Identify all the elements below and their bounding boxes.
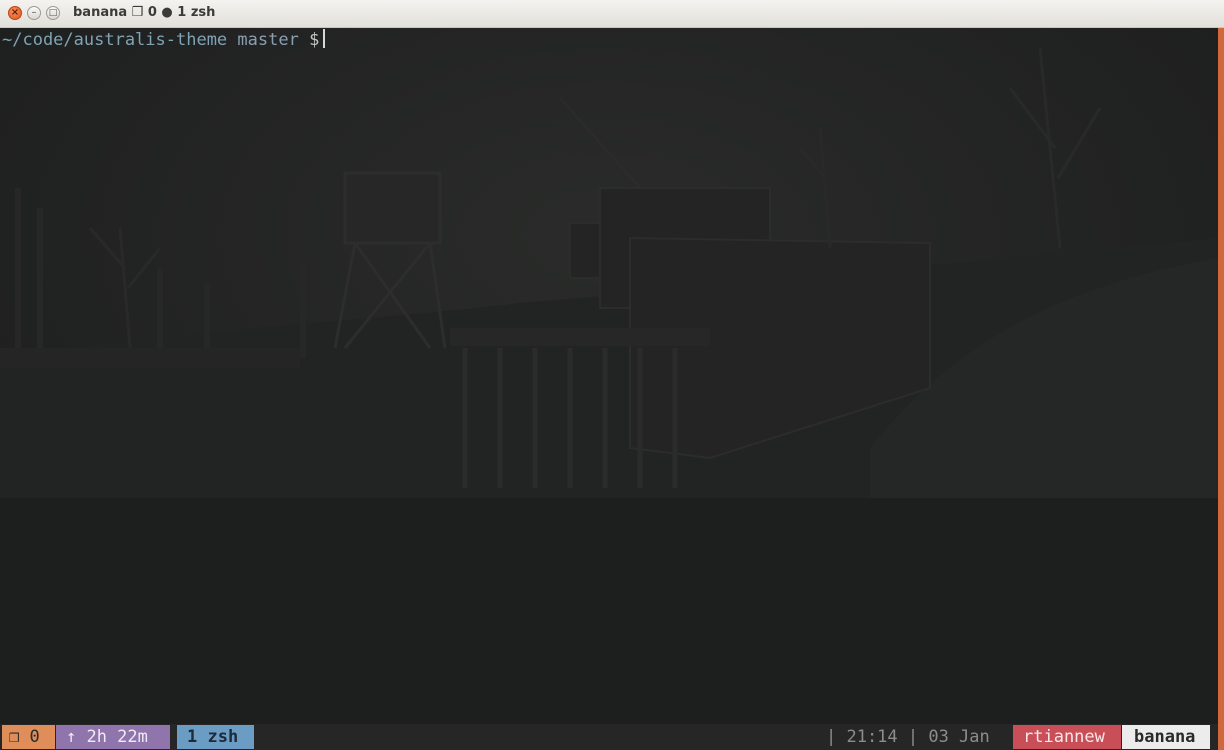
window-title: banana ❒ 0 ● 1 zsh (73, 5, 216, 20)
prompt-path: ~/code/australis-theme (2, 30, 228, 50)
maximize-button[interactable]: □ (46, 6, 60, 20)
clock-segment: | 21:14 | 03 Jan (826, 727, 990, 747)
user-segment: rtiannew (1013, 725, 1121, 749)
window-edge (1218, 28, 1224, 750)
terminal-window: × – □ banana ❒ 0 ● 1 zsh ~/code/australi… (0, 0, 1224, 750)
terminal-area[interactable]: ~/code/australis-theme master $ (0, 28, 1218, 724)
prompt-branch: master (237, 30, 299, 50)
uptime-segment: ↑ 2h 22m (56, 725, 170, 749)
tmux-status-bar: ❒ 0 ↑ 2h 22m 1 zsh | 21:14 | 03 Jan rtia… (0, 724, 1218, 750)
text-cursor (323, 29, 326, 48)
window-count-segment: ❒ 0 (2, 725, 55, 749)
shell-prompt[interactable]: ~/code/australis-theme master $ (2, 29, 326, 51)
title-bar[interactable]: × – □ banana ❒ 0 ● 1 zsh (0, 0, 1224, 28)
host-segment: banana (1122, 725, 1210, 749)
wallpaper-image (0, 28, 1218, 724)
minimize-button[interactable]: – (27, 6, 41, 20)
prompt-symbol: $ (309, 30, 320, 50)
close-button[interactable]: × (8, 6, 22, 20)
tab-active-window[interactable]: 1 zsh (177, 725, 254, 749)
